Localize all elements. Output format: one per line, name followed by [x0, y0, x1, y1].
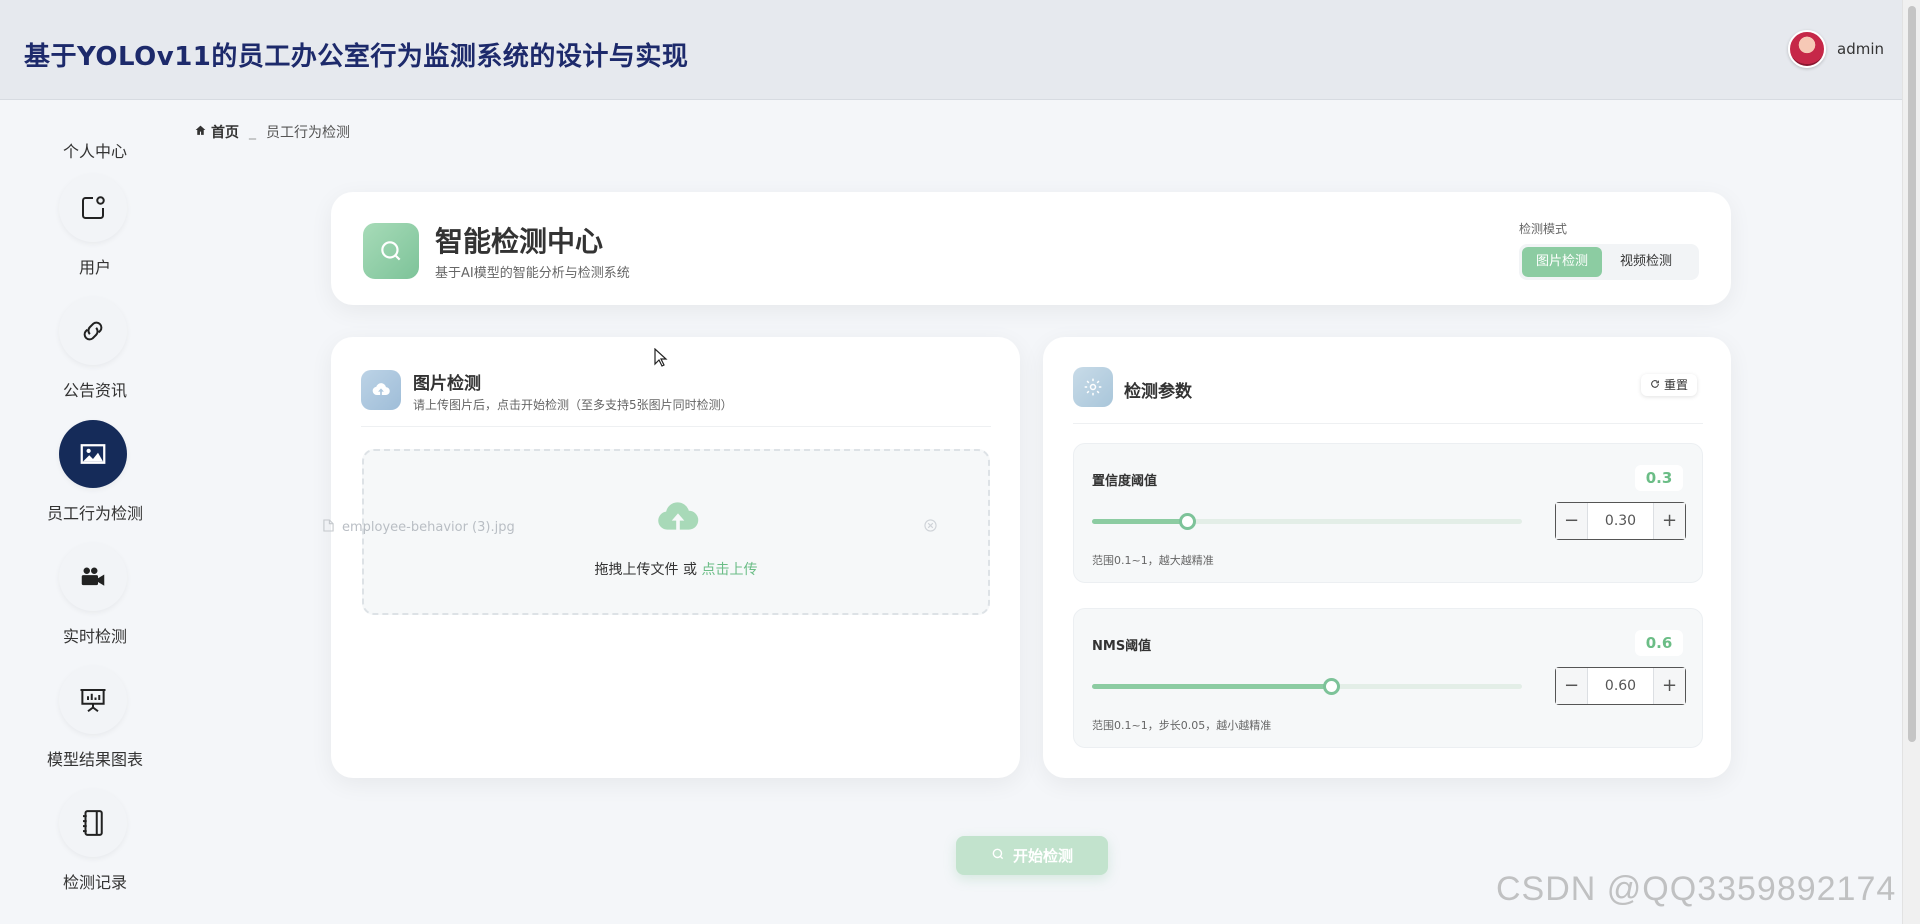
dropzone-hint: 拖拽上传文件 或 [594, 562, 702, 578]
stepper-value[interactable]: 0.60 [1588, 668, 1653, 704]
breadcrumb: 首页 _ 员工行为检测 [194, 122, 350, 142]
dragged-file-preview: employee-behavior (3).jpg [323, 519, 515, 536]
panel-subtitle: 请上传图片后，点击开始检测（至多支持5张图片同时检测） [413, 398, 733, 412]
notebook-icon [59, 789, 127, 857]
image-upload-panel: 图片检测 请上传图片后，点击开始检测（至多支持5张图片同时检测） 拖拽上传文件 … [331, 337, 1020, 778]
panel-title: 检测参数 [1124, 382, 1192, 402]
param-hint: 范围0.1~1，步长0.05，越小越精准 [1092, 719, 1272, 732]
param-value-badge: 0.6 [1635, 630, 1683, 656]
file-icon [323, 519, 334, 536]
mode-image-detection[interactable]: 图片检测 [1522, 247, 1603, 277]
param-value-badge: 0.3 [1635, 465, 1683, 491]
increment-button[interactable]: + [1653, 668, 1685, 704]
slider-fill [1092, 684, 1331, 689]
confidence-stepper: − 0.30 + [1555, 502, 1686, 540]
reset-label: 重置 [1664, 378, 1689, 392]
sidebar-item-model-charts[interactable]: 模型结果图表 [0, 666, 190, 789]
mode-label: 检测模式 [1519, 222, 1568, 236]
video-camera-icon [59, 543, 127, 611]
divider [361, 426, 991, 427]
presentation-chart-icon [59, 666, 127, 734]
decrement-button[interactable]: − [1556, 668, 1588, 704]
breadcrumb-current: 员工行为检测 [266, 125, 350, 141]
refresh-icon [1650, 374, 1660, 396]
start-detection-label: 开始检测 [1012, 847, 1073, 865]
cloud-upload-icon [361, 370, 401, 410]
link-icon [59, 297, 127, 365]
scrollbar-thumb[interactable] [1908, 6, 1916, 742]
confidence-slider[interactable] [1092, 513, 1522, 530]
decrement-button[interactable]: − [1556, 503, 1588, 539]
detection-center-card: 智能检测中心 基于AI模型的智能分析与检测系统 检测模式 图片检测 视频检测 [331, 192, 1731, 305]
breadcrumb-home[interactable]: 首页 [211, 122, 239, 142]
sidebar-item-label: 员工行为检测 [46, 504, 143, 523]
breadcrumb-separator: _ [249, 124, 256, 140]
increment-button[interactable]: + [1653, 503, 1685, 539]
start-detection-button[interactable]: 开始检测 [956, 836, 1108, 875]
mode-switch: 图片检测 视频检测 [1519, 244, 1699, 280]
sidebar: 个人中心 用户 公告资讯 员工行为检测 实时检测 模型结果图表 检测记录 [0, 100, 190, 924]
click-upload-link[interactable]: 点击上传 [701, 562, 757, 578]
search-icon [363, 223, 419, 279]
param-nms: NMS阈值 0.6 − 0.60 + 范围0.1~1，步长0.05，越小越精准 [1073, 608, 1703, 748]
nms-stepper: − 0.60 + [1555, 667, 1686, 705]
sidebar-item-personal-center[interactable]: 个人中心 [0, 138, 190, 162]
remove-file-icon [924, 519, 937, 536]
username[interactable]: admin [1837, 40, 1884, 58]
sidebar-item-label: 公告资讯 [62, 381, 127, 400]
page-title: 智能检测中心 [435, 225, 604, 258]
slider-fill [1092, 519, 1187, 524]
top-header: 基于YOLOv11的员工办公室行为监测系统的设计与实现 admin [0, 0, 1902, 100]
mouse-cursor-icon [654, 347, 668, 372]
upload-cloud-icon [656, 499, 700, 539]
param-hint: 范围0.1~1，越大越精准 [1092, 554, 1214, 567]
sidebar-item-label: 模型结果图表 [46, 750, 143, 769]
dragged-file-name: employee-behavior (3).jpg [342, 520, 515, 535]
slider-handle[interactable] [1322, 678, 1340, 695]
sidebar-item-detection-records[interactable]: 检测记录 [0, 789, 190, 912]
vertical-scrollbar[interactable] [1902, 0, 1920, 924]
sidebar-item-label: 检测记录 [62, 873, 127, 892]
param-name: 置信度阈值 [1092, 474, 1158, 489]
panel-title: 图片检测 [413, 374, 481, 394]
watermark: CSDN @QQ3359892174 [1496, 870, 1897, 908]
user-box-icon [59, 174, 127, 242]
avatar[interactable] [1788, 30, 1826, 68]
gear-icon [1073, 367, 1113, 407]
stepper-value[interactable]: 0.30 [1588, 503, 1653, 539]
reset-button[interactable]: 重置 [1641, 374, 1698, 396]
sidebar-item-label: 实时检测 [62, 627, 127, 646]
search-icon [991, 847, 1005, 865]
sidebar-item-users[interactable]: 用户 [0, 174, 190, 297]
param-name: NMS阈值 [1092, 639, 1152, 654]
image-icon [59, 420, 127, 488]
param-confidence: 置信度阈值 0.3 − 0.30 + 范围0.1~1，越大越精准 [1073, 443, 1703, 583]
sidebar-item-news[interactable]: 公告资讯 [0, 297, 190, 420]
sidebar-item-label: 用户 [78, 258, 111, 277]
sidebar-item-realtime-detection[interactable]: 实时检测 [0, 543, 190, 666]
dropzone-text: 拖拽上传文件 或 点击上传 [364, 559, 988, 579]
sidebar-item-behavior-detection[interactable]: 员工行为检测 [0, 420, 190, 543]
nms-slider[interactable] [1092, 678, 1522, 695]
home-icon [194, 124, 207, 141]
page-subtitle: 基于AI模型的智能分析与检测系统 [435, 266, 630, 281]
divider [1073, 423, 1703, 424]
mode-video-detection[interactable]: 视频检测 [1606, 247, 1686, 277]
detection-params-panel: 检测参数 重置 置信度阈值 0.3 − 0.30 + 范围0.1~1，越大越精准… [1043, 337, 1731, 778]
app-title: 基于YOLOv11的员工办公室行为监测系统的设计与实现 [24, 42, 689, 72]
slider-handle[interactable] [1178, 513, 1196, 530]
